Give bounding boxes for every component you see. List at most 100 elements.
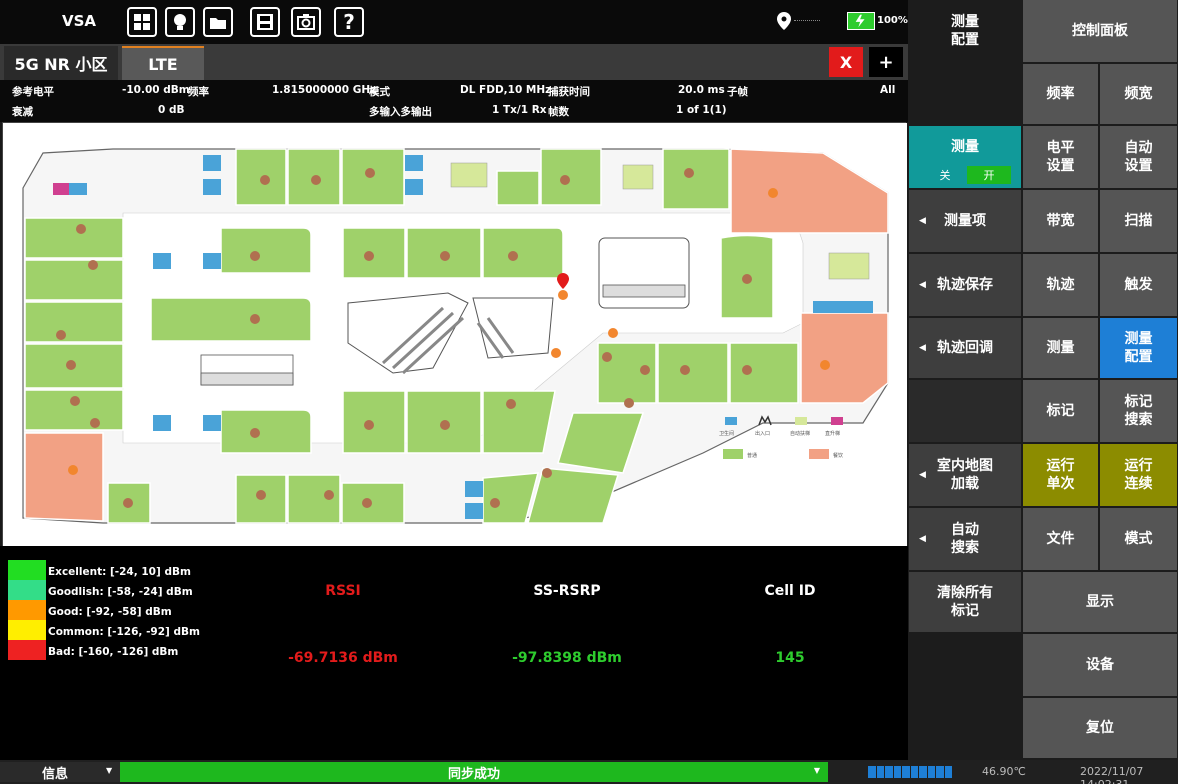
open-folder-icon[interactable]: [203, 7, 233, 37]
gps-pin-icon: [777, 12, 791, 30]
toggle-off-option[interactable]: 关: [923, 166, 967, 184]
temperature: 46.90℃: [982, 765, 1026, 778]
legend-elevator: 直升梯: [825, 430, 840, 437]
legend-label-goodlish: Goodlish: [-58, -24] dBm: [48, 586, 193, 598]
windows-icon[interactable]: [127, 7, 157, 37]
app-title: VSA: [62, 12, 97, 30]
legend-label-bad: Bad: [-160, -126] dBm: [48, 646, 179, 658]
help-icon[interactable]: ?: [334, 7, 364, 37]
legend-label-common: Common: [-126, -92] dBm: [48, 626, 200, 638]
capture-label: 捕获时间: [548, 86, 590, 98]
subframe-label: 子帧: [727, 86, 748, 98]
results-panel: Excellent: [-24, 10] dBm Goodlish: [-58,…: [0, 546, 908, 760]
measure-button[interactable]: 测量: [1023, 318, 1098, 378]
cellid-value: 145: [775, 650, 805, 666]
mimo-value[interactable]: 1 Tx/1 Rx: [492, 104, 547, 116]
chevron-down-icon: ▼: [813, 766, 820, 775]
measure-items-button[interactable]: ◀ 测量项: [909, 190, 1021, 252]
rssi-value: -69.7136 dBm: [288, 650, 398, 666]
capture-value[interactable]: 20.0 ms: [678, 84, 725, 96]
atten-label: 衰减: [12, 106, 33, 118]
measure-config-header: 测量 配置: [951, 14, 979, 48]
freq-value[interactable]: 1.815000000 GHz: [272, 84, 376, 96]
freq-label: 频率: [188, 86, 209, 98]
save-icon[interactable]: [250, 7, 280, 37]
legend-swatch-goodlish: [8, 580, 46, 600]
left-arrow-icon: ◀: [919, 216, 926, 226]
info-dropdown[interactable]: 信息 ▼: [0, 762, 120, 782]
run-continuous-button[interactable]: 运行 连续: [1100, 444, 1177, 506]
parameter-bar: 参考电平 -10.00 dBm 频率 1.815000000 GHz 模式 DL…: [0, 80, 908, 122]
trace-save-button[interactable]: ◀ 轨迹保存: [909, 254, 1021, 316]
file-button[interactable]: 文件: [1023, 508, 1098, 570]
lightbulb-icon[interactable]: [165, 7, 195, 37]
battery-icon: [847, 12, 875, 30]
mode-button[interactable]: 模式: [1100, 508, 1177, 570]
tab-lte[interactable]: LTE: [122, 46, 204, 80]
tab-bar: 5G NR 小区 LTE: [0, 44, 908, 80]
camera-icon[interactable]: [291, 7, 321, 37]
control-panel-header: 控制面板: [1023, 0, 1177, 62]
control-panel: 控制面板 频率 频宽 电平 设置 自动 设置 带宽 扫描 轨迹 触发 测量 测量…: [1022, 0, 1178, 760]
mode-label: 模式: [369, 86, 390, 98]
legend-restroom: 卫生间: [719, 430, 734, 437]
auto-settings-button[interactable]: 自动 设置: [1100, 126, 1177, 188]
subframe-value[interactable]: All: [880, 84, 895, 96]
legend-label-excellent: Excellent: [-24, 10] dBm: [48, 566, 191, 578]
measure-config-panel: 测量 配置 测量 关 开 ◀ 测量项 ◀ 轨迹保存 ◀ 轨迹回调 ◀ 室内地图 加载 ◀…: [908, 0, 1022, 760]
sync-label: 同步成功: [447, 766, 500, 782]
battery-percent: 100%: [877, 15, 908, 26]
trace-button[interactable]: 轨迹: [1023, 254, 1098, 316]
rsrp-value: -97.8398 dBm: [512, 650, 622, 666]
rsrp-label: SS-RSRP: [533, 583, 601, 599]
indoor-map-load-button[interactable]: ◀ 室内地图 加载: [909, 444, 1021, 506]
run-single-button[interactable]: 运行 单次: [1023, 444, 1098, 506]
signal-strength-bars: [868, 766, 952, 778]
ref-level-value[interactable]: -10.00 dBm: [122, 84, 190, 96]
sweep-button[interactable]: 扫描: [1100, 190, 1177, 252]
sync-status-bar[interactable]: 同步成功 ▼: [120, 762, 828, 782]
legend-label-good: Good: [-92, -58] dBm: [48, 606, 172, 618]
trace-recall-button[interactable]: ◀ 轨迹回调: [909, 318, 1021, 378]
datetime: 2022/11/07 14:02:31: [1080, 765, 1144, 784]
left-arrow-icon: ◀: [919, 470, 926, 480]
display-button[interactable]: 显示: [1023, 572, 1177, 632]
device-button[interactable]: 设备: [1023, 634, 1177, 696]
legend-swatch-good: [8, 600, 46, 620]
clear-all-markers-button[interactable]: 清除所有 标记: [909, 572, 1021, 632]
measure-toggle[interactable]: 测量 关 开: [909, 126, 1021, 188]
marker-button[interactable]: 标记: [1023, 380, 1098, 442]
legend-entrance: 出入口: [755, 430, 770, 437]
auto-search-button[interactable]: ◀ 自动 搜索: [909, 508, 1021, 570]
close-tab-button[interactable]: X: [829, 47, 863, 77]
bandwidth-button[interactable]: 带宽: [1023, 190, 1098, 252]
gps-status-line: [794, 20, 820, 21]
left-arrow-icon: ◀: [919, 343, 926, 353]
frames-value[interactable]: 1 of 1(1): [676, 104, 727, 116]
left-arrow-icon: ◀: [919, 280, 926, 290]
chevron-down-icon: ▼: [106, 766, 113, 775]
atten-value[interactable]: 0 dB: [158, 104, 184, 116]
cellid-label: Cell ID: [764, 583, 816, 599]
frames-label: 帧数: [548, 106, 569, 118]
tab-5g-nr[interactable]: 5G NR 小区: [4, 46, 118, 80]
info-label: 信息: [42, 766, 69, 782]
measure-config-button[interactable]: 测量 配置: [1100, 318, 1177, 378]
frequency-button[interactable]: 频率: [1023, 64, 1098, 124]
indoor-floor-map[interactable]: 卫生间 出入口 自动扶梯 直升梯 普通 餐饮: [2, 122, 907, 547]
trigger-button[interactable]: 触发: [1100, 254, 1177, 316]
span-button[interactable]: 频宽: [1100, 64, 1177, 124]
marker-search-button[interactable]: 标记 搜索: [1100, 380, 1177, 442]
reset-button[interactable]: 复位: [1023, 698, 1177, 758]
add-tab-button[interactable]: +: [869, 47, 903, 77]
legend-escalator: 自动扶梯: [790, 430, 810, 437]
top-toolbar: VSA ? 100%: [0, 0, 908, 44]
measure-toggle-label: 测量: [951, 139, 979, 155]
legend-zone-dining: 餐饮: [833, 452, 843, 459]
toggle-on-option[interactable]: 开: [967, 166, 1011, 184]
mode-value[interactable]: DL FDD,10 MHz: [460, 84, 551, 96]
legend-swatch-common: [8, 620, 46, 640]
legend-zone-normal: 普通: [747, 452, 757, 459]
legend-swatch-bad: [8, 640, 46, 660]
level-settings-button[interactable]: 电平 设置: [1023, 126, 1098, 188]
